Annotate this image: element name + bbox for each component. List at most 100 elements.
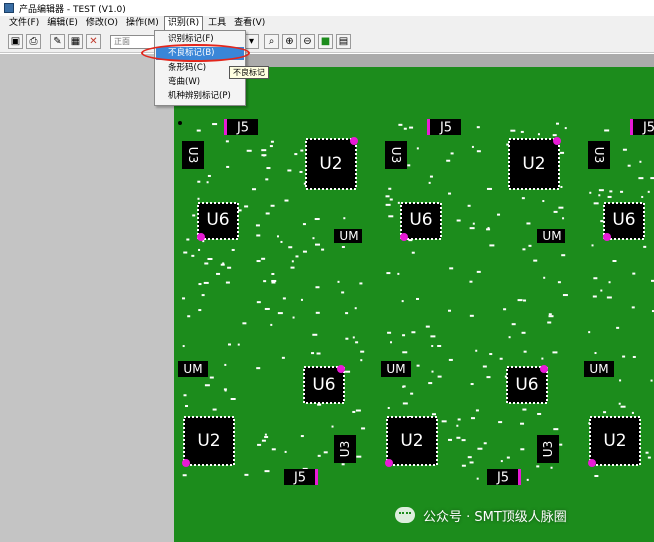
pcb-board[interactable]: J5 U3 U2 U6 UM UM U6 U2 U3 J5 J5 U3 U2 U6 UM UM U6 U2 U3 J5… — [174, 67, 654, 542]
pad — [428, 181, 431, 184]
pad — [361, 427, 366, 430]
pad — [562, 294, 568, 297]
pad — [225, 140, 229, 143]
pin1-marker — [224, 119, 227, 135]
menu-modify[interactable]: 修改(O) — [83, 17, 121, 30]
wechat-icon — [395, 507, 415, 523]
menu-tools[interactable]: 工具 — [205, 17, 229, 30]
grid-icon[interactable]: ▦ — [68, 34, 83, 49]
draw-icon[interactable]: ✎ — [50, 34, 65, 49]
component-label-u2: U2 — [197, 431, 220, 451]
pad — [345, 312, 349, 315]
pad — [341, 246, 345, 249]
pad — [186, 238, 190, 241]
pad — [256, 367, 261, 370]
pad — [337, 280, 340, 283]
face-select[interactable]: 正面 — [110, 35, 156, 49]
pad — [244, 473, 249, 476]
pad — [503, 308, 507, 311]
pad — [591, 244, 594, 247]
window-title: 产品编辑器 - TEST (V1.0) — [19, 4, 126, 15]
pin1-marker — [182, 459, 190, 467]
pad — [450, 152, 454, 155]
pad — [255, 224, 260, 227]
zoom-in-icon[interactable]: ⊕ — [282, 34, 297, 49]
delete-icon[interactable]: ✕ — [86, 34, 101, 49]
pad — [343, 217, 346, 220]
pad — [482, 365, 487, 368]
pad — [594, 352, 597, 355]
pad — [352, 336, 355, 339]
pad — [641, 195, 644, 198]
menu-edit[interactable]: 编辑(E) — [44, 17, 81, 30]
pad — [522, 248, 526, 251]
pad — [203, 281, 209, 284]
pad — [619, 379, 622, 382]
pad — [416, 364, 420, 367]
pad — [407, 164, 411, 167]
print-icon[interactable]: ⎙ — [26, 34, 41, 49]
pad — [206, 181, 209, 184]
view-icon[interactable]: ▤ — [336, 34, 351, 49]
pad — [448, 438, 453, 441]
pad — [517, 299, 523, 302]
pad — [244, 205, 249, 208]
pad — [385, 203, 391, 206]
pad — [261, 149, 267, 152]
zoom-out-icon[interactable]: ⊖ — [300, 34, 315, 49]
pad — [469, 314, 474, 317]
pad — [620, 405, 626, 408]
pad — [411, 251, 415, 254]
dropdown-arrow-icon[interactable]: ▾ — [244, 34, 259, 49]
menu-file[interactable]: 文件(F) — [6, 17, 42, 30]
pad — [528, 244, 532, 247]
menu-bar: 文件(F) 编辑(E) 修改(O) 操作(M) 识别(R) 工具 查看(V) — [0, 16, 654, 31]
pad — [430, 335, 436, 338]
pad — [204, 262, 209, 265]
pad — [486, 187, 492, 190]
pad — [476, 150, 481, 153]
component-label-u6: U6 — [206, 210, 229, 230]
menu-item-model-mark[interactable]: 机种辨别标记(P) — [156, 90, 244, 103]
pad — [471, 417, 476, 420]
component-label-j5: J5 — [439, 121, 452, 136]
canvas-margin — [0, 54, 174, 542]
pad — [264, 307, 270, 310]
pad — [387, 331, 392, 334]
pad — [331, 425, 334, 428]
pad — [550, 466, 553, 469]
pad — [429, 175, 433, 178]
pad — [360, 350, 365, 353]
pad — [270, 140, 274, 143]
menu-operate[interactable]: 操作(M) — [123, 17, 162, 30]
menu-view[interactable]: 查看(V) — [231, 17, 268, 30]
pad — [257, 443, 262, 446]
pad — [314, 218, 320, 221]
pad — [548, 313, 552, 316]
pad — [388, 215, 394, 218]
save-icon[interactable]: ▣ — [8, 34, 23, 49]
pad — [390, 341, 393, 344]
pad — [409, 126, 414, 129]
pad — [345, 337, 349, 340]
pad — [543, 276, 546, 279]
pad — [196, 129, 201, 132]
component-label-u3: U3 — [592, 147, 606, 163]
zoom-icon[interactable]: ⌕ — [264, 34, 279, 49]
pad — [261, 154, 267, 157]
pad — [558, 206, 564, 209]
pad — [204, 384, 210, 387]
component-label-u2: U2 — [603, 431, 626, 451]
pad — [197, 180, 201, 183]
pad — [226, 165, 230, 168]
pad — [280, 240, 283, 243]
pad — [553, 428, 559, 431]
pad — [230, 397, 236, 400]
fiducial-dot — [178, 121, 182, 125]
layer-icon[interactable]: ■ — [318, 34, 333, 49]
pad — [500, 460, 503, 463]
menu-recognize[interactable]: 识别(R) — [163, 16, 204, 31]
pad — [477, 447, 483, 450]
pad — [560, 185, 563, 188]
component-label-um: UM — [542, 229, 561, 243]
